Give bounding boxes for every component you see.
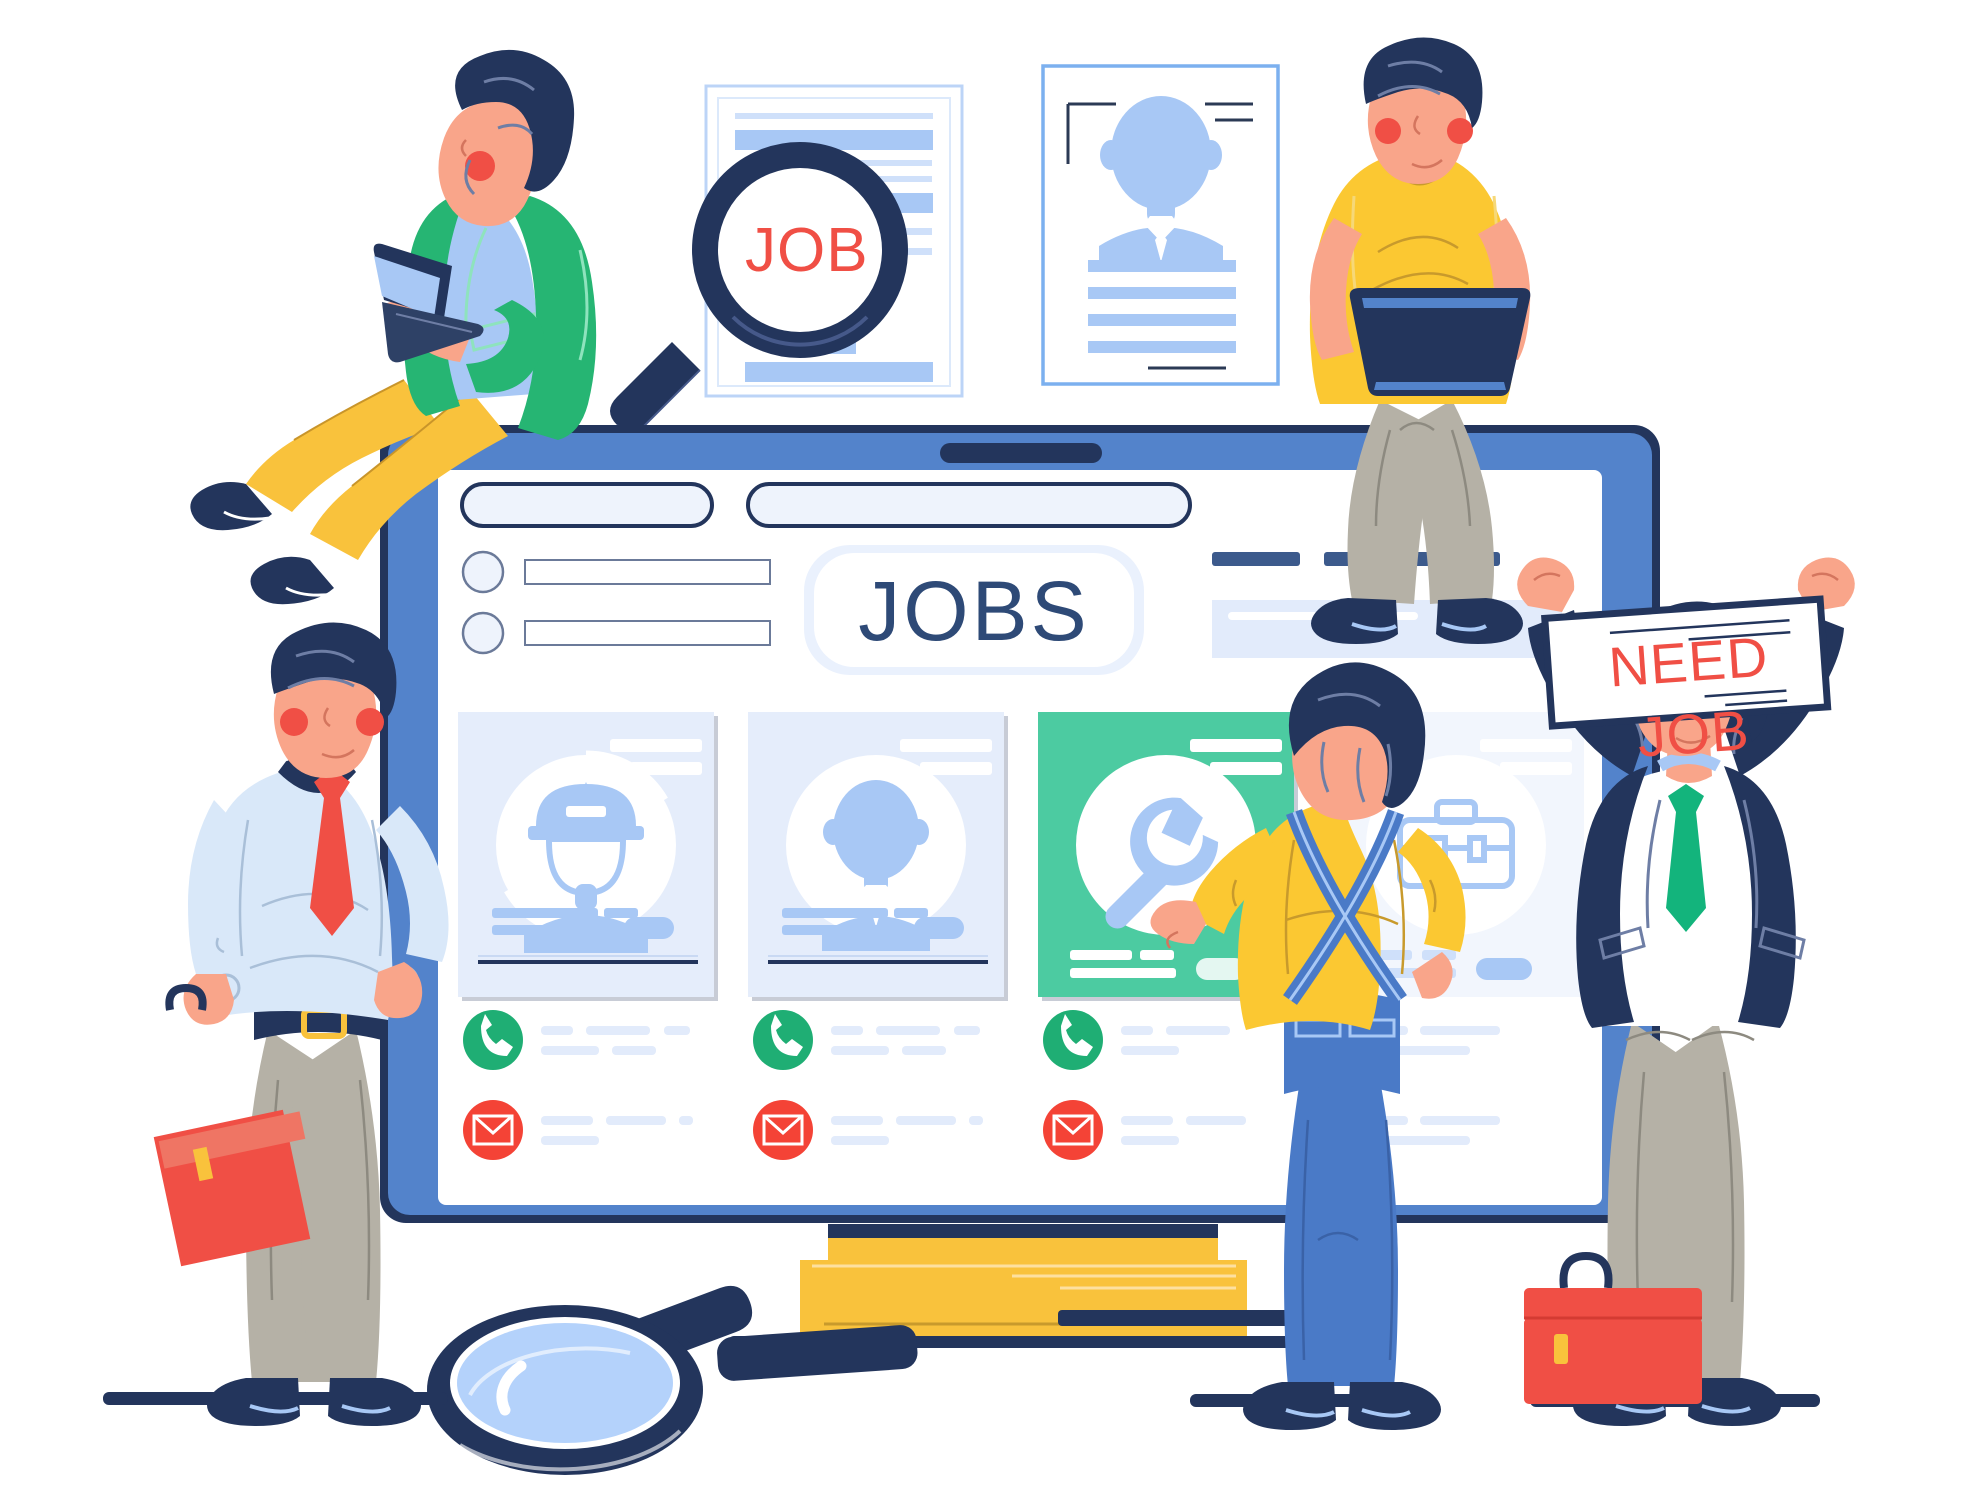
- mail-icon: [1043, 1100, 1103, 1160]
- mail-icon: [463, 1100, 523, 1160]
- filter-radio-2[interactable]: [461, 611, 505, 655]
- jobs-heading: JOBS: [858, 564, 1090, 658]
- primary-search-input[interactable]: [460, 482, 714, 528]
- phone-icon: [753, 1010, 813, 1070]
- mail-icon: [753, 1100, 813, 1160]
- magnifier-job-label: JOB: [745, 216, 869, 285]
- resume-document: [1041, 64, 1280, 386]
- laptop-navy: [1349, 288, 1531, 396]
- need-job-sign-label: NEED JOB: [1606, 624, 1771, 769]
- monitor-stand: [728, 1224, 1328, 1348]
- filter-field-2[interactable]: [524, 620, 771, 646]
- filter-radio-1[interactable]: [461, 550, 505, 594]
- phone-icon: [463, 1010, 523, 1070]
- job-card-hardhat[interactable]: [458, 712, 718, 1001]
- job-card-person[interactable]: [748, 712, 1008, 1001]
- phone-icon: [1043, 1010, 1103, 1070]
- filter-field-1[interactable]: [524, 559, 771, 585]
- illustration-canvas: JOB JOBS NEED JOB: [0, 0, 1986, 1509]
- secondary-search-input[interactable]: [746, 482, 1192, 528]
